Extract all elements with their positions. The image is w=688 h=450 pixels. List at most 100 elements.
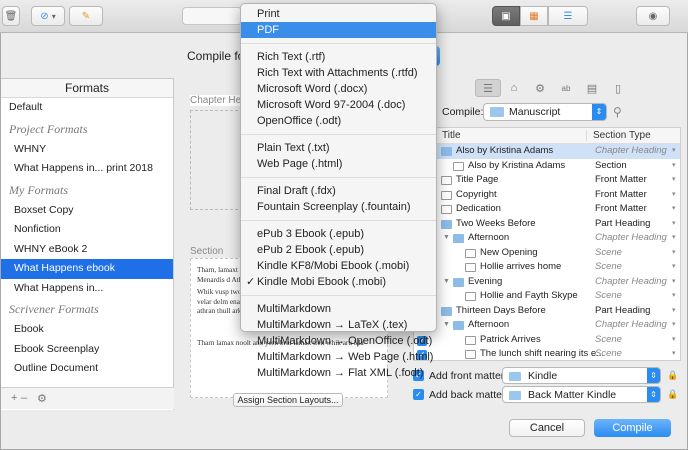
disclosure-triangle-icon[interactable]: ▼ [443,234,450,241]
back-matter-select[interactable]: Back Matter Kindle ⇕ [502,386,661,403]
table-row[interactable]: ✓CopyrightFront Matter▾ [414,188,680,203]
table-row[interactable]: ✓Title PageFront Matter▾ [414,173,680,188]
row-section-type[interactable]: Chapter Heading [595,319,667,330]
cancel-button[interactable]: Cancel [509,419,585,437]
table-row[interactable]: ✓▼EveningChapter Heading▾ [414,275,680,290]
menu-item[interactable]: Rich Text (.rtf) [241,49,436,65]
chevron-down-icon[interactable]: ▾ [672,146,676,154]
chevron-down-icon[interactable]: ▾ [672,291,676,299]
chevron-down-icon[interactable]: ▾ [672,320,676,328]
disclosure-triangle-icon[interactable]: ▼ [443,278,450,285]
tab-contents[interactable]: ☰ [475,79,501,97]
chevron-down-icon[interactable]: ▾ [672,233,676,241]
format-item[interactable]: What Happens in... print 2018 [1,159,173,179]
row-section-type[interactable]: Front Matter [595,203,647,214]
compile-button[interactable]: Compile [594,419,671,437]
front-matter-select[interactable]: Kindle ⇕ [502,367,661,384]
tab-layout[interactable]: ▯ [605,79,631,97]
menu-item[interactable]: MultiMarkdown → Flat XML (.fodt) [241,365,436,381]
row-section-type[interactable]: Scene [595,247,622,258]
chevron-down-icon[interactable]: ▾ [672,219,676,227]
menu-item[interactable]: MultiMarkdown → OpenOffice (.odt) [241,333,436,349]
chevron-down-icon[interactable]: ▾ [672,306,676,314]
table-row[interactable]: ✓Hollie arrives homeScene▾ [414,260,680,275]
menu-item[interactable]: ePub 3 Ebook (.epub) [241,226,436,242]
menu-item[interactable]: Web Page (.html) [241,156,436,172]
table-row[interactable]: ✓▼AfternoonChapter Heading▾ [414,231,680,246]
assign-section-layouts-button[interactable]: Assign Section Layouts... [233,393,343,407]
chevron-down-icon[interactable]: ▾ [672,277,676,285]
chevron-down-icon[interactable]: ▾ [672,262,676,270]
table-row[interactable]: ✓▼AfternoonChapter Heading▾ [414,318,680,333]
menu-item[interactable]: Microsoft Word 97-2004 (.doc) [241,97,436,113]
table-row[interactable]: ✓ Patrick Arrives Scene ▾ [414,333,680,348]
disclosure-triangle-icon[interactable]: ▼ [443,321,450,328]
column-section-type[interactable]: Section Type [586,130,651,141]
menu-item[interactable]: Microsoft Word (.docx) [241,81,436,97]
format-item-default[interactable]: Default [1,98,173,118]
row-section-type[interactable]: Chapter Heading [595,232,667,243]
tab-cover[interactable]: ▤ [579,79,605,97]
tab-metadata[interactable]: ⌂ [501,79,527,97]
menu-item[interactable]: MultiMarkdown → LaTeX (.tex) [241,317,436,333]
chevron-down-icon[interactable]: ▾ [672,175,676,183]
view-mode-outline-button[interactable]: ☰ [548,6,588,26]
table-row[interactable]: ✓Hollie and Fayth SkypeScene▾ [414,289,680,304]
row-section-type[interactable]: Part Heading [595,218,650,229]
view-mode-corkboard-button[interactable]: ▦ [520,6,548,26]
menu-item[interactable]: PDF [241,22,436,38]
filter-icon[interactable]: ⚲ [613,105,622,119]
table-row[interactable]: ✓New OpeningScene▾ [414,246,680,261]
table-row[interactable]: ✓▼Thirteen Days BeforePart Heading▾ [414,304,680,319]
menu-item[interactable]: Fountain Screenplay (.fountain) [241,199,436,215]
tab-options[interactable]: ⚙ [527,79,553,97]
back-matter-checkbox[interactable]: ✓ [413,389,424,400]
chevron-down-icon[interactable]: ▾ [672,161,676,169]
format-item[interactable]: Ebook Screenplay [1,340,173,360]
row-section-type[interactable]: Scene [595,334,622,345]
row-section-type[interactable]: Scene [595,290,622,301]
menu-item[interactable]: MultiMarkdown [241,301,436,317]
table-row[interactable]: ✓▼Also by Kristina AdamsChapter Heading▾ [414,144,680,159]
view-mode-single-button[interactable]: ▣ [492,6,520,26]
menu-item[interactable]: Rich Text with Attachments (.rtfd) [241,65,436,81]
menu-item[interactable]: ✓ Kindle Mobi Ebook (.mobi) [241,274,436,290]
row-section-type[interactable]: Part Heading [595,305,650,316]
format-item[interactable]: Ebook [1,320,173,340]
format-item[interactable]: What Happens in... [1,279,173,299]
row-section-type[interactable]: Front Matter [595,174,647,185]
menu-item[interactable]: Kindle KF8/Mobi Ebook (.mobi) [241,258,436,274]
menu-item[interactable]: Final Draft (.fdx) [241,183,436,199]
compile-toolbar-button[interactable]: ◉ [636,6,670,26]
chevron-down-icon[interactable]: ▾ [672,335,676,343]
table-row[interactable]: ✓ The lunch shift nearing its e... Scene ▾ [414,347,680,360]
menu-item[interactable]: OpenOffice (.odt) [241,113,436,129]
compile-group-select[interactable]: Manuscript ⇕ [483,103,607,121]
row-section-type[interactable]: Front Matter [595,189,647,200]
chevron-down-icon[interactable]: ▾ [672,204,676,212]
menu-item[interactable]: Plain Text (.txt) [241,140,436,156]
menu-item[interactable]: ePub 2 Ebook (.epub) [241,242,436,258]
add-format-button[interactable]: + [11,392,17,404]
format-item[interactable]: WHNY [1,140,173,160]
menu-item[interactable]: Print [241,6,436,22]
gear-icon[interactable]: ⚙ [37,392,47,405]
edit-button[interactable]: ✎ [69,6,103,26]
column-title[interactable]: Title [442,130,461,141]
format-item[interactable]: Nonfiction [1,220,173,240]
chevron-down-icon[interactable]: ▾ [672,248,676,256]
row-section-type[interactable]: Section [595,160,627,171]
row-section-type[interactable]: Scene [595,261,622,272]
tab-replacements[interactable]: ab [553,79,579,97]
table-row[interactable]: ✓▼Two Weeks BeforePart Heading▾ [414,217,680,232]
table-row[interactable]: ✓Also by Kristina AdamsSection▾ [414,159,680,174]
format-item[interactable]: Outline Document [1,359,173,379]
format-item[interactable]: Boxset Copy [1,201,173,221]
row-section-type[interactable]: Chapter Heading [595,276,667,287]
format-item[interactable]: WHNY eBook 2 [1,240,173,260]
format-item[interactable]: What Happens ebook [1,259,173,279]
chevron-down-icon[interactable]: ▾ [672,190,676,198]
row-section-type[interactable]: Chapter Heading [595,145,667,156]
remove-format-button[interactable]: – [21,392,27,404]
table-row[interactable]: ✓DedicationFront Matter▾ [414,202,680,217]
